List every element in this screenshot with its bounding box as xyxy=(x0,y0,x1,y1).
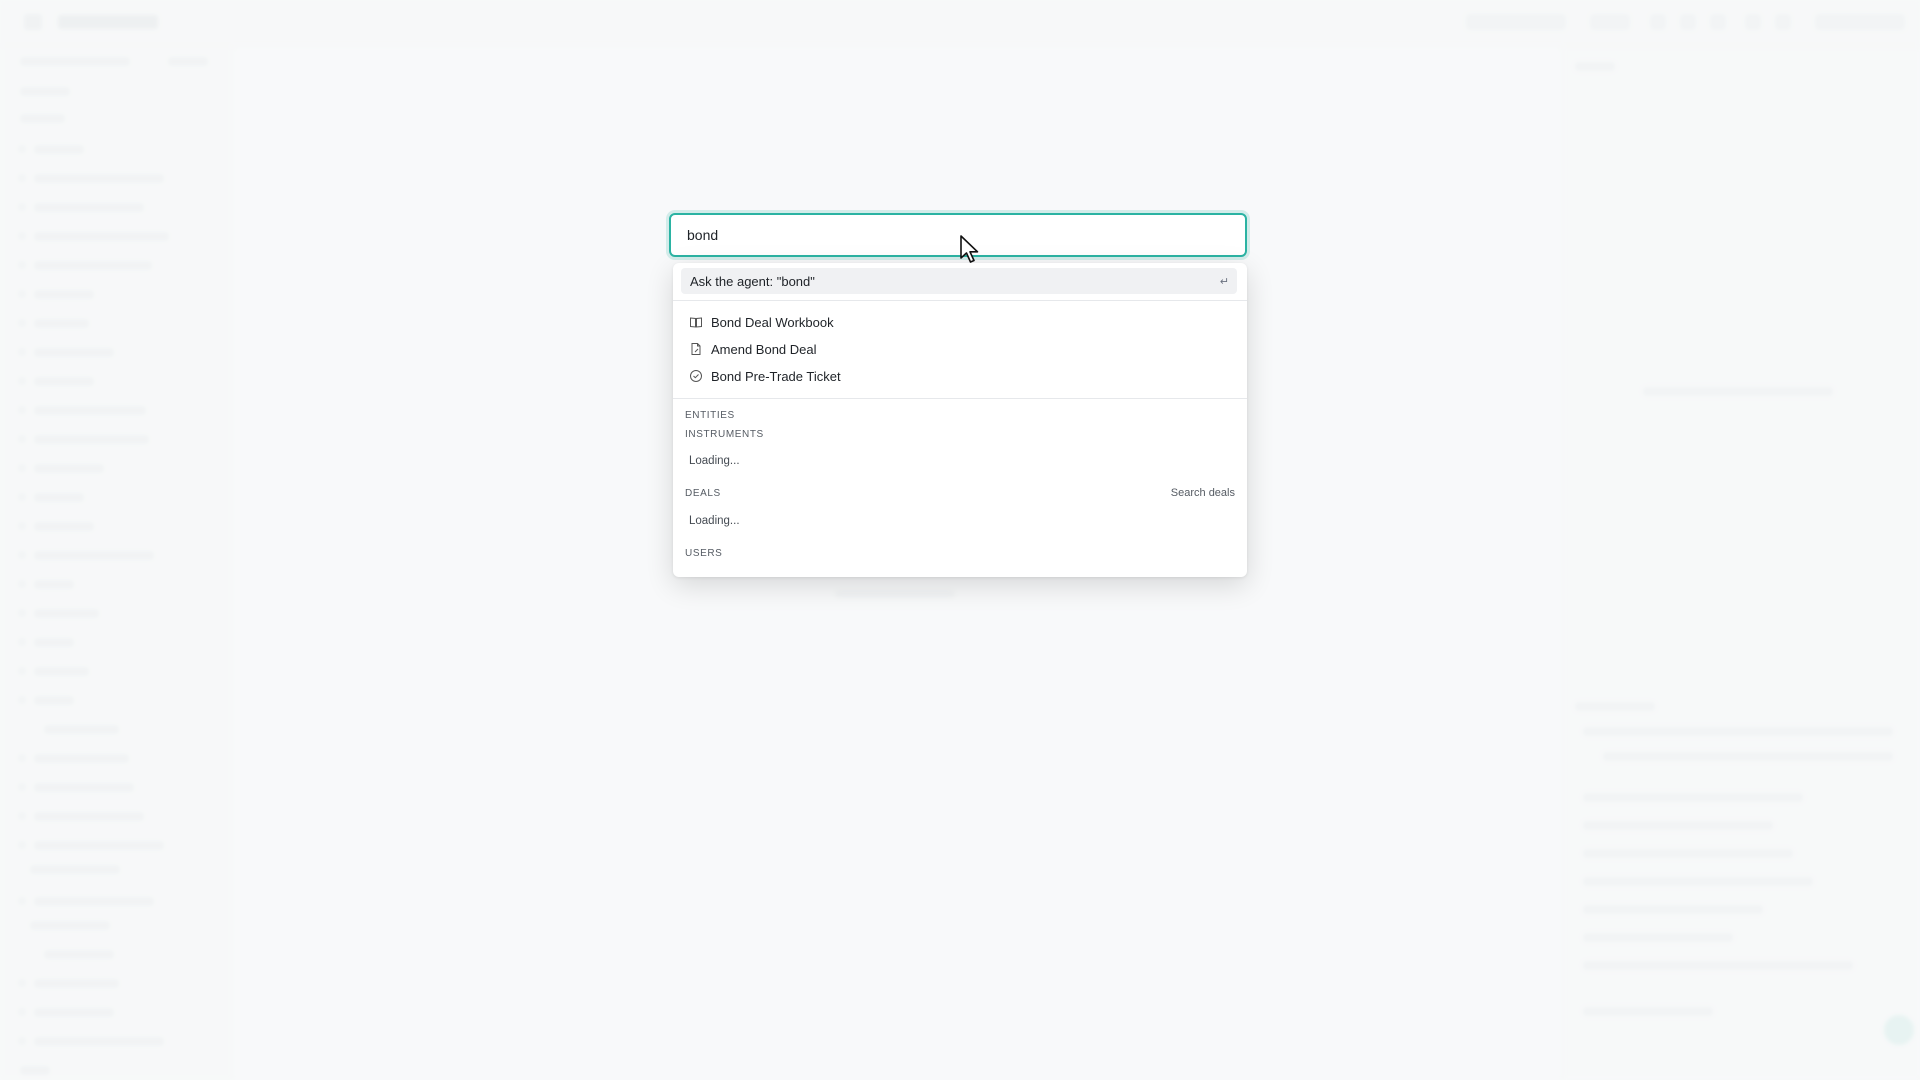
result-item-amend-bond-deal[interactable]: Amend Bond Deal xyxy=(681,337,1237,361)
command-palette-results: Ask the agent: "bond" ↵ Bond Deal Workbo… xyxy=(673,263,1247,577)
section-entities: ENTITIES xyxy=(685,410,735,421)
result-label: Amend Bond Deal xyxy=(711,342,817,357)
ask-agent-label: Ask the agent: "bond" xyxy=(690,274,815,289)
section-instruments: INSTRUMENTS xyxy=(685,429,764,440)
command-palette-search[interactable] xyxy=(669,213,1247,257)
search-input[interactable] xyxy=(687,215,1227,255)
deals-loading: Loading... xyxy=(689,515,740,527)
instruments-loading: Loading... xyxy=(689,455,740,467)
divider xyxy=(673,398,1247,399)
result-item-bond-deal-workbook[interactable]: Bond Deal Workbook xyxy=(681,310,1237,334)
check-circle-icon xyxy=(690,370,702,382)
result-item-bond-pre-trade-ticket[interactable]: Bond Pre-Trade Ticket xyxy=(681,364,1237,388)
result-label: Bond Deal Workbook xyxy=(711,315,834,330)
section-deals: DEALS xyxy=(685,488,721,499)
enter-key-icon: ↵ xyxy=(1219,276,1229,288)
result-label: Bond Pre-Trade Ticket xyxy=(711,369,841,384)
ask-agent-option[interactable]: Ask the agent: "bond" ↵ xyxy=(681,268,1237,294)
book-icon xyxy=(690,317,702,328)
section-users: USERS xyxy=(685,548,723,559)
mouse-cursor-icon xyxy=(960,235,979,263)
search-deals-link[interactable]: Search deals xyxy=(1171,487,1235,499)
file-edit-icon xyxy=(691,343,701,355)
divider xyxy=(673,300,1247,301)
